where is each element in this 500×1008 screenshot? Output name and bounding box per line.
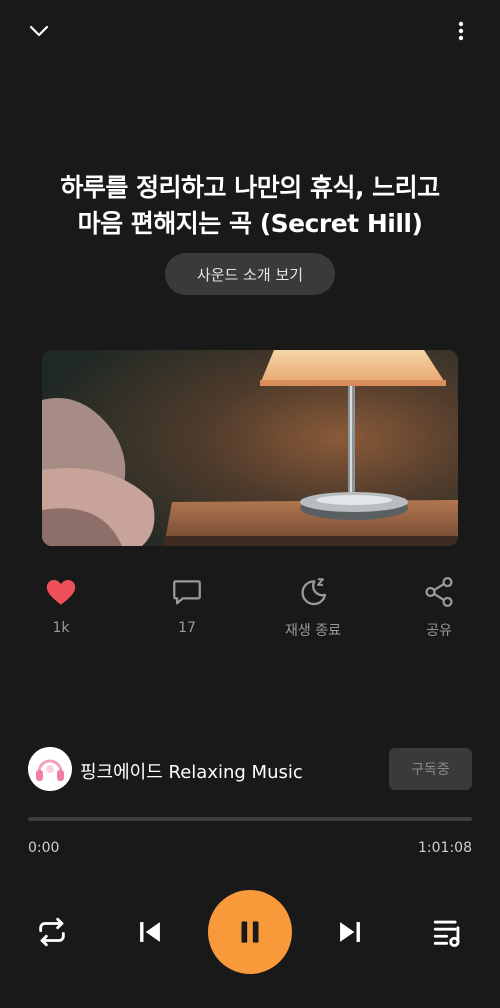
channel-row: 핑크에이드 Relaxing Music 구독중 — [0, 746, 500, 796]
top-bar — [0, 0, 500, 60]
skip-next-icon — [340, 922, 360, 942]
track-title-line-1: 하루를 정리하고 나만의 휴식, 느리고 — [60, 173, 440, 202]
total-time: 1:01:08 — [418, 840, 472, 856]
next-button[interactable] — [330, 912, 370, 952]
repeat-button[interactable] — [32, 912, 72, 952]
playlist-icon — [433, 920, 460, 948]
comment-count: 17 — [178, 620, 196, 636]
share-label: 공유 — [426, 623, 452, 639]
more-options-button[interactable] — [444, 14, 478, 48]
share-icon — [419, 572, 459, 612]
queue-button[interactable] — [428, 912, 468, 952]
comment-button[interactable]: 17 — [132, 572, 242, 642]
chevron-down-icon — [29, 25, 49, 37]
track-title-line-2: 마음 편해지는 곡 (Secret Hill) — [77, 209, 423, 238]
channel-avatar[interactable] — [28, 747, 72, 791]
action-row: 1k 17 재생 종료 공유 — [0, 572, 500, 642]
track-title: 하루를 정리하고 나만의 휴식, 느리고 마음 편해지는 곡 (Secret H… — [20, 170, 480, 242]
heart-icon — [41, 572, 81, 612]
comment-icon — [167, 572, 207, 612]
moon-icon — [293, 572, 333, 612]
sleep-timer-button[interactable]: 재생 종료 — [258, 572, 368, 642]
progress-bar[interactable] — [28, 817, 472, 821]
previous-button[interactable] — [130, 912, 170, 952]
subscribe-button[interactable]: 구독중 — [389, 748, 472, 790]
playback-controls — [0, 890, 500, 976]
cover-image — [42, 350, 458, 546]
pause-icon — [241, 921, 259, 943]
share-button[interactable]: 공유 — [384, 572, 494, 642]
collapse-button[interactable] — [22, 14, 56, 48]
skip-previous-icon — [140, 922, 160, 942]
like-count: 1k — [52, 620, 70, 636]
current-time: 0:00 — [28, 840, 60, 856]
more-vertical-icon — [458, 21, 464, 41]
sound-intro-button[interactable]: 사운드 소개 보기 — [165, 253, 335, 295]
pause-button[interactable] — [208, 890, 292, 974]
channel-name[interactable]: 핑크에이드 Relaxing Music — [80, 758, 303, 784]
like-button[interactable]: 1k — [6, 572, 116, 642]
sleep-timer-label: 재생 종료 — [285, 623, 341, 639]
repeat-icon — [39, 917, 65, 947]
